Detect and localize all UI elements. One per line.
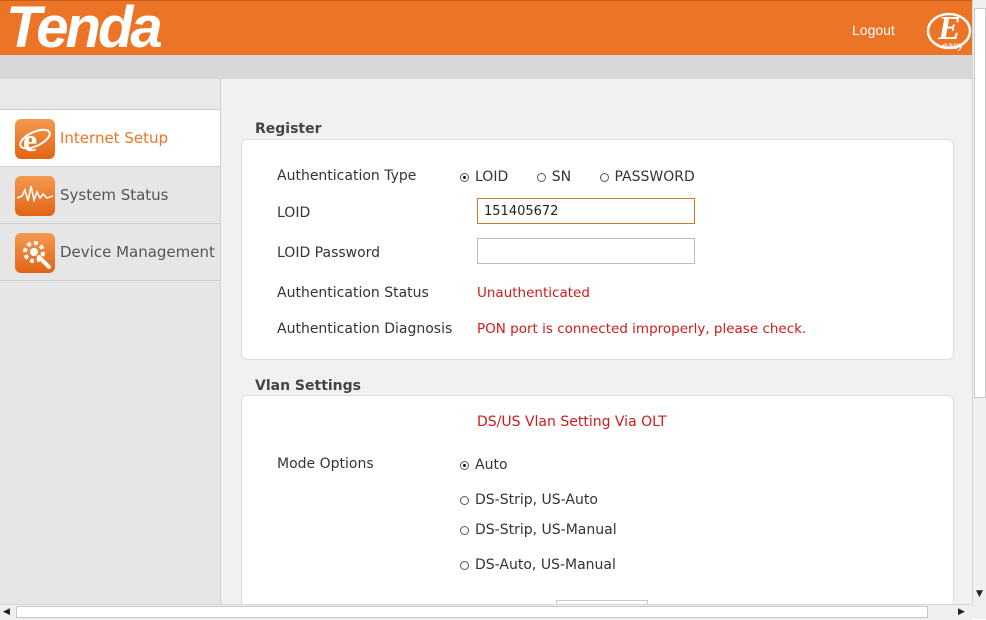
auth-status-label: Authentication Status (277, 285, 429, 301)
logout-link[interactable]: Logout (852, 22, 895, 38)
loid-input[interactable]: 151405672 (477, 198, 695, 224)
radio-label: LOID (475, 169, 509, 185)
mode-ds-auto-us-manual-radio[interactable]: DS-Auto, US-Manual (460, 557, 616, 573)
auth-status-value: Unauthenticated (477, 285, 590, 301)
sidebar-item-label: Device Management (60, 243, 215, 261)
radio-label: PASSWORD (614, 169, 695, 185)
radio-dot-icon (460, 172, 469, 182)
radio-dot-icon (460, 525, 469, 535)
radio-dot-icon (460, 495, 469, 505)
svg-text:easy: easy (942, 41, 964, 52)
auth-diagnosis-value: PON port is connected improperly, please… (477, 321, 807, 337)
mode-options-label: Mode Options (277, 456, 374, 472)
vlan-section-title: Vlan Settings (255, 378, 362, 394)
vlan-panel: DS/US Vlan Setting Via OLT Mode Options … (241, 395, 954, 604)
auth-type-loid-radio[interactable]: LOID (460, 169, 508, 185)
internet-explorer-icon: e (15, 119, 55, 159)
brand-logo: Tenda (6, 0, 163, 60)
vertical-scroll-thumb[interactable] (974, 8, 986, 398)
sidebar-header (0, 79, 220, 110)
svg-text:e: e (23, 122, 37, 158)
register-section-title: Register (255, 121, 322, 137)
sidebar-item-label: Internet Setup (60, 129, 168, 147)
mode-ds-strip-us-manual-radio[interactable]: DS-Strip, US-Manual (460, 522, 617, 538)
main-content: Register Authentication Type LOID SN PAS… (221, 79, 972, 604)
radio-dot-icon (536, 172, 546, 182)
vlan-note: DS/US Vlan Setting Via OLT (477, 414, 667, 430)
auth-type-password-radio[interactable]: PASSWORD (599, 169, 695, 185)
radio-label: DS-Strip, US-Manual (475, 522, 617, 538)
sidebar-item-label: System Status (60, 186, 169, 204)
top-header: Tenda Logout E easy (0, 0, 972, 59)
mode-ds-strip-us-auto-radio[interactable]: DS-Strip, US-Auto (460, 492, 598, 508)
radio-label: DS-Strip, US-Auto (475, 492, 598, 508)
scrollbar-corner (972, 604, 986, 619)
auth-diagnosis-label: Authentication Diagnosis (277, 321, 453, 337)
scroll-left-arrow-icon[interactable]: ◀ (3, 606, 10, 618)
sidebar-item-internet-setup[interactable]: e Internet Setup (0, 110, 220, 167)
radio-label: DS-Auto, US-Manual (475, 557, 616, 573)
horizontal-scrollbar[interactable]: ◀ ▶ (0, 604, 972, 620)
radio-label: Auto (475, 457, 508, 473)
loid-password-label: LOID Password (277, 245, 381, 261)
gear-wrench-icon (15, 233, 55, 273)
horizontal-scroll-thumb[interactable] (16, 606, 928, 618)
auth-type-label: Authentication Type (277, 168, 417, 184)
radio-dot-icon (460, 560, 469, 570)
radio-dot-icon (599, 172, 609, 182)
loid-label: LOID (277, 205, 311, 221)
sidebar-item-device-management[interactable]: Device Management (0, 224, 220, 281)
radio-dot-icon (460, 460, 469, 470)
sidebar: e Internet Setup System Status Device Ma… (0, 79, 221, 604)
easylife-logo-icon: E easy (926, 10, 972, 52)
sub-header-bar (0, 55, 972, 79)
auth-type-radio-group: LOID SN PASSWORD (460, 169, 719, 186)
scroll-right-arrow-icon[interactable]: ▶ (958, 606, 965, 618)
waveform-icon (15, 176, 55, 216)
loid-password-input[interactable] (477, 238, 695, 264)
register-panel: Authentication Type LOID SN PASSWORD LOI… (241, 139, 954, 360)
mode-auto-radio[interactable]: Auto (460, 457, 508, 473)
radio-label: SN (551, 169, 572, 185)
auth-type-sn-radio[interactable]: SN (536, 169, 572, 185)
sidebar-item-system-status[interactable]: System Status (0, 167, 220, 224)
scroll-down-arrow-icon[interactable]: ▼ (976, 588, 983, 600)
vertical-scrollbar[interactable]: ▼ (972, 0, 986, 604)
